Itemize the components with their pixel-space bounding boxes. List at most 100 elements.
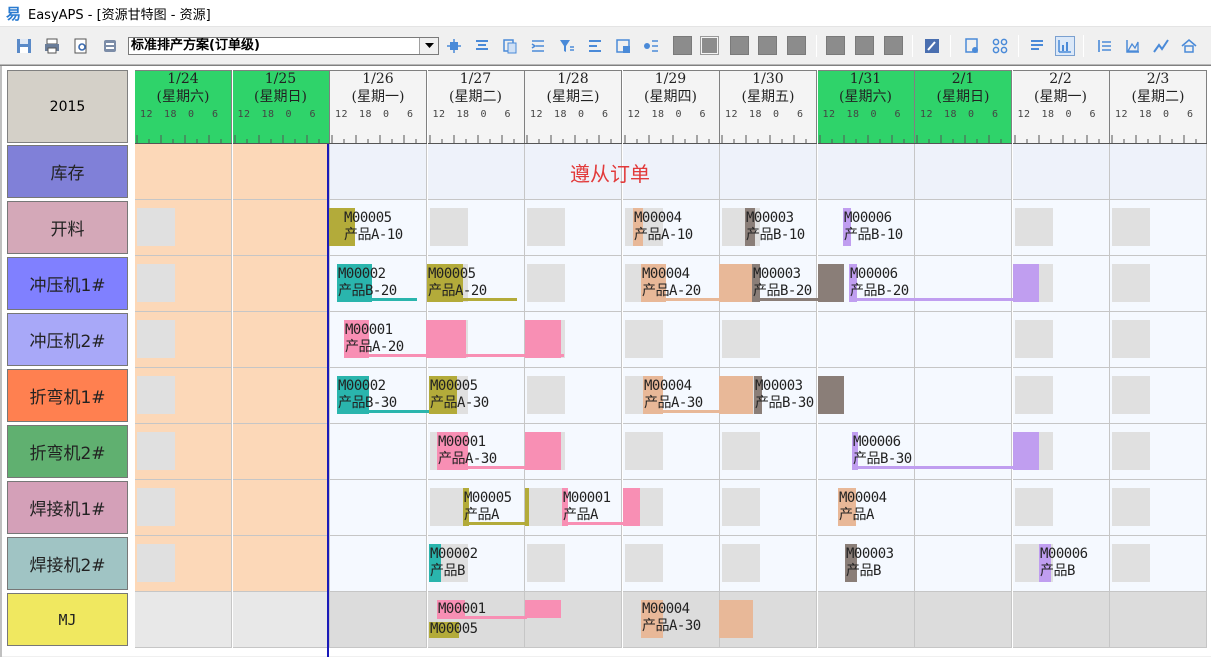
day-column-header: 1/30 (星期五) 12 18 0 6 [720,70,817,144]
gantt-cell [330,536,427,592]
view-button-7[interactable] [855,36,874,55]
print-icon[interactable] [42,36,62,56]
task-product: 产品A [839,507,874,523]
task-bar[interactable] [623,488,640,526]
hour-tick-label: 6 [407,109,414,120]
chart-area-icon[interactable] [1123,36,1143,56]
task-bar[interactable] [426,320,466,358]
task-label: M00002 产品B-30 [338,378,397,412]
hour-tick-label: 0 [383,109,390,120]
indent-icon[interactable] [528,36,548,56]
idle-block [1014,376,1053,414]
day-date: 1/25 [264,71,297,87]
task-order: M00005 [430,621,478,637]
gantt-cell [1110,144,1207,200]
hour-tick-label: 6 [1187,109,1194,120]
list-align-icon[interactable] [1095,36,1115,56]
idle-block [1014,208,1053,246]
hour-tick-label: 6 [797,109,804,120]
gantt-cell [915,424,1012,480]
resource-label[interactable]: 折弯机2# [7,425,128,478]
day-column-header: 1/31 (星期六) 12 18 0 6 [817,70,915,144]
gantt-cell [232,424,330,480]
chart-line-icon[interactable] [1151,36,1171,56]
chart-bar-icon[interactable] [1055,36,1075,56]
task-bar[interactable] [525,488,529,526]
idle-block [624,432,663,470]
view-button-6[interactable] [826,36,845,55]
move-icon[interactable] [444,36,464,56]
resource-label[interactable]: 开料 [7,201,128,254]
resource-row: 冲压机2# M00001 产品A-20 [0,312,1211,368]
report-icon[interactable] [962,36,982,56]
view-button-8[interactable] [884,36,903,55]
copy-icon[interactable] [500,36,520,56]
edit-icon[interactable] [922,36,942,56]
task-bar[interactable] [525,320,561,358]
settings-icon[interactable] [100,36,120,56]
gantt-cell [915,592,1012,648]
flag-icon[interactable] [641,36,661,56]
idle-block [1112,320,1150,358]
calendar-icon[interactable] [613,36,633,56]
task-product: 产品B-10 [746,227,805,243]
scheme-select[interactable]: 标准排产方案(订单级) [128,37,439,55]
task-label: M00002 产品B [430,546,478,580]
hour-tick-label: 18 [1139,109,1153,120]
hour-tick-label: 12 [627,109,641,120]
view-button-1[interactable] [673,36,692,55]
task-label: M00001 产品A-20 [345,322,404,356]
task-bar[interactable] [525,432,561,470]
hour-tick-label: 0 [188,109,195,120]
task-product: 产品B-20 [338,283,397,299]
print-preview-icon[interactable] [71,36,91,56]
hour-tick-label: 18 [261,109,275,120]
task-bar[interactable] [719,600,753,638]
hour-tick-label: 0 [773,109,780,120]
task-label: M00005 产品A-30 [430,378,489,412]
day-column-header: 1/28 (星期三) 12 18 0 6 [525,70,622,144]
view-button-2[interactable] [700,36,719,55]
list-icon[interactable] [472,36,492,56]
gantt-cell [330,144,427,200]
day-date: 1/24 [167,71,199,87]
text-icon[interactable] [1027,36,1047,56]
resource-label[interactable]: 库存 [7,145,128,198]
view-button-3[interactable] [730,36,749,55]
idle-block [527,544,565,582]
home-icon[interactable] [1179,36,1199,56]
task-order: M00005 [344,210,392,226]
view-button-4[interactable] [758,36,777,55]
resource-label[interactable]: 冲压机1# [7,257,128,310]
task-bar[interactable] [818,376,844,414]
day-column-header: 1/24 (星期六) 12 18 0 6 [135,70,232,144]
resource-label[interactable]: 冲压机2# [7,313,128,366]
task-order: M00006 [1040,546,1088,562]
group-icon[interactable] [990,36,1010,56]
task-label: M00005 [430,621,478,638]
resource-label[interactable]: 折弯机1# [7,369,128,422]
task-bar[interactable] [719,264,753,302]
align-icon[interactable] [585,36,605,56]
task-bar[interactable] [818,264,844,302]
task-label: M00003 产品B [846,546,894,580]
toolbar: 标准排产方案(订单级) [0,27,1211,65]
task-order: M00005 [464,490,512,506]
save-icon[interactable] [14,36,34,56]
task-bar[interactable] [1013,432,1039,470]
task-bar[interactable] [719,376,753,414]
resource-label[interactable]: MJ [7,593,128,646]
hour-tick-label: 0 [1163,109,1170,120]
resource-label[interactable]: 焊接机2# [7,537,128,590]
task-bar[interactable] [525,600,561,618]
gantt-cell [915,256,1012,312]
idle-block [137,544,175,582]
view-button-5[interactable] [787,36,806,55]
task-product: 产品A-30 [644,395,703,411]
chevron-down-icon[interactable] [419,38,438,54]
gantt-cell [232,256,330,312]
resource-label[interactable]: 焊接机1# [7,481,128,534]
filter-icon[interactable] [557,36,577,56]
task-order: M00005 [430,378,478,394]
task-bar[interactable] [1013,264,1039,302]
